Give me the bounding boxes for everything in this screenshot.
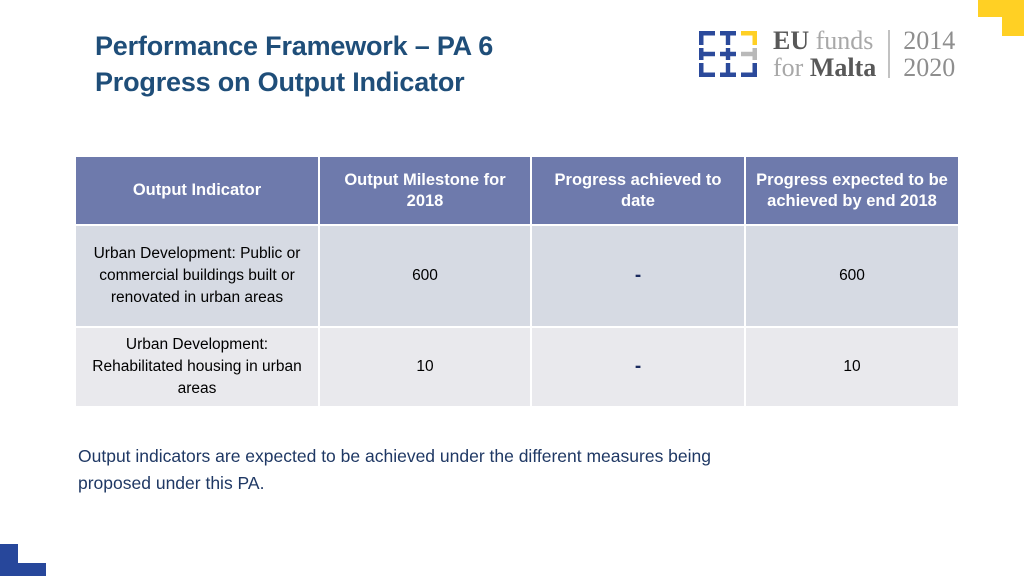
cell-progress-to-date: - (532, 328, 744, 406)
cell-progress-expected-2018: 10 (746, 328, 958, 406)
logo-wordmark-line-2: for Malta (773, 54, 876, 81)
cell-indicator: Urban Development: Public or commercial … (76, 226, 318, 326)
footnote-text: Output indicators are expected to be ach… (78, 443, 933, 497)
cell-milestone-2018: 10 (320, 328, 530, 406)
logo-programme-period: 2014 2020 (903, 27, 955, 81)
page-title-line-2: Progress on Output Indicator (95, 67, 465, 98)
logo-divider (888, 30, 891, 78)
eu-funds-grid-mark-icon (699, 31, 757, 77)
logo-wordmark: EU funds for Malta (773, 27, 876, 81)
logo-word-malta: Malta (809, 53, 877, 82)
logo-word-funds: funds (815, 25, 874, 55)
logo-year-start: 2014 (903, 25, 956, 55)
bottom-left-decoration-horizontal-bar (0, 563, 46, 576)
logo-word-eu: EU (773, 25, 810, 55)
bottom-left-corner-decoration (0, 544, 46, 576)
cell-progress-to-date: - (532, 226, 744, 326)
column-header-progress-expected-end-2018: Progress expected to be achieved by end … (746, 157, 958, 224)
column-header-output-milestone-2018: Output Milestone for 2018 (320, 157, 530, 224)
cell-progress-expected-2018: 600 (746, 226, 958, 326)
logo-word-for: for (773, 53, 804, 82)
table-header-row: Output Indicator Output Milestone for 20… (76, 157, 958, 224)
logo-wordmark-line-1: EU funds (773, 27, 876, 54)
output-indicator-table: Output Indicator Output Milestone for 20… (74, 155, 960, 408)
top-right-decoration-vertical-bar (1002, 0, 1024, 36)
cell-milestone-2018: 600 (320, 226, 530, 326)
table-row: Urban Development: Rehabilitated housing… (76, 328, 958, 406)
page-title: Performance Framework – PA 6 Progress on… (95, 28, 655, 100)
table-body: Urban Development: Public or commercial … (76, 226, 958, 406)
cell-indicator: Urban Development: Rehabilitated housing… (76, 328, 318, 406)
logo-year-end: 2020 (903, 53, 956, 82)
footnote-line-2: proposed under this PA. (78, 472, 265, 493)
table-row: Urban Development: Public or commercial … (76, 226, 958, 326)
footnote-line-1: Output indicators are expected to be ach… (78, 446, 711, 466)
table-header: Output Indicator Output Milestone for 20… (76, 157, 958, 224)
column-header-output-indicator: Output Indicator (76, 157, 318, 224)
page-title-line-1: Performance Framework – PA 6 (95, 31, 494, 61)
eu-funds-for-malta-logo: EU funds for Malta 2014 2020 (697, 26, 955, 82)
column-header-progress-achieved-to-date: Progress achieved to date (532, 157, 744, 224)
top-right-corner-decoration (978, 0, 1024, 36)
